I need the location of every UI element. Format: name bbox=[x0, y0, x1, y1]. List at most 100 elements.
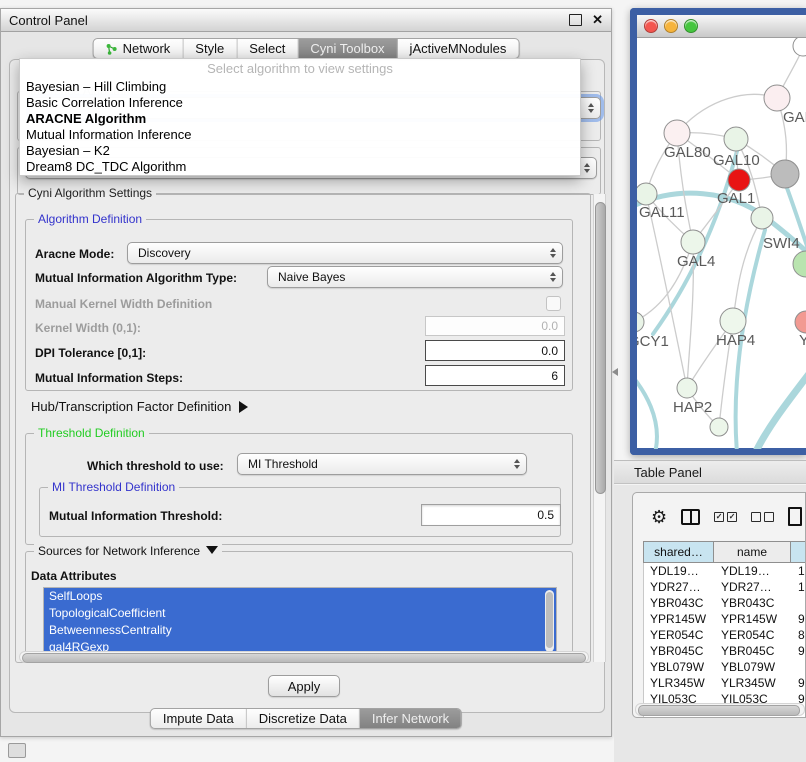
dropdown-option[interactable]: Basic Correlation Inference bbox=[20, 95, 580, 111]
attribute-item[interactable]: TopologicalCoefficient bbox=[44, 605, 556, 622]
network-node[interactable] bbox=[724, 127, 748, 151]
table-row[interactable]: YBR045C YBR045C 9. bbox=[644, 643, 806, 659]
mi-type-combo[interactable]: Naive Bayes bbox=[267, 266, 563, 288]
tab-select[interactable]: Select bbox=[237, 39, 298, 58]
network-node[interactable] bbox=[751, 207, 773, 229]
network-node[interactable] bbox=[764, 85, 790, 111]
scrollbar-thumb[interactable] bbox=[595, 202, 606, 494]
tab-label: jActiveMNodules bbox=[410, 38, 507, 59]
columns-icon[interactable] bbox=[681, 509, 700, 525]
close-light-icon[interactable] bbox=[644, 19, 658, 33]
hub-factor-label: Hub/Transcription Factor Definition bbox=[31, 399, 231, 414]
control-panel-window: Control Panel ✕ Network Style Select Cyn… bbox=[0, 8, 612, 737]
control-panel-title: Control Panel bbox=[9, 13, 569, 28]
unchecked-boxes-icon[interactable] bbox=[751, 512, 774, 522]
table-body: YDL19… YDL19… 13 YDR27… YDR27… 12 YBR043… bbox=[643, 563, 806, 718]
cell-value: 8. bbox=[792, 627, 806, 643]
table-row[interactable]: YBR043C YBR043C bbox=[644, 595, 806, 611]
combo-arrows-icon bbox=[514, 459, 526, 469]
mi-threshold-field[interactable]: 0.5 bbox=[421, 504, 561, 526]
dropdown-option[interactable]: Bayesian – Hill Climbing bbox=[20, 79, 580, 95]
sources-title[interactable]: Sources for Network Inference bbox=[34, 544, 222, 558]
network-node[interactable] bbox=[637, 312, 644, 332]
table-row[interactable]: YLR345W YLR345W 9. bbox=[644, 675, 806, 691]
table-row[interactable]: YDR27… YDR27… 12 bbox=[644, 579, 806, 595]
network-canvas[interactable]: GALGAL80GAL10GAL1GAL11SWI4GAL4GCY1HAP4YH… bbox=[637, 38, 806, 449]
table-panel-header[interactable]: Table Panel bbox=[614, 460, 806, 484]
network-edge bbox=[753, 366, 806, 449]
float-icon[interactable] bbox=[569, 14, 582, 26]
network-node[interactable] bbox=[637, 183, 657, 205]
cell-name: YBR043C bbox=[715, 595, 792, 611]
table-row[interactable]: YDL19… YDL19… 13 bbox=[644, 563, 806, 579]
tab-discretize-data[interactable]: Discretize Data bbox=[247, 709, 360, 728]
network-node[interactable] bbox=[720, 308, 746, 334]
checked-boxes-icon[interactable]: ✓✓ bbox=[714, 512, 737, 522]
splitpane-grip-icon[interactable] bbox=[612, 368, 618, 376]
tab-label: Infer Network bbox=[372, 708, 449, 729]
cell-name: YDR27… bbox=[715, 579, 792, 595]
tab-network[interactable]: Network bbox=[94, 39, 184, 58]
field-value: 0.5 bbox=[537, 508, 554, 522]
attribute-item[interactable]: SelfLoops bbox=[44, 588, 556, 605]
data-attributes-list[interactable]: SelfLoopsTopologicalCoefficientBetweenne… bbox=[43, 587, 557, 657]
settings-horizontal-scrollbar[interactable] bbox=[19, 651, 589, 663]
tab-impute-data[interactable]: Impute Data bbox=[151, 709, 247, 728]
control-panel-titlebar[interactable]: Control Panel ✕ bbox=[1, 9, 611, 32]
cell-shared-name: YPR145W bbox=[644, 611, 715, 627]
manual-kernel-checkbox[interactable] bbox=[546, 296, 561, 311]
hub-factor-expander[interactable]: Hub/Transcription Factor Definition bbox=[31, 399, 248, 414]
network-node[interactable] bbox=[771, 160, 799, 188]
cell-value: 9. bbox=[792, 643, 806, 659]
scrollbar-thumb[interactable] bbox=[22, 653, 586, 663]
network-node[interactable] bbox=[795, 311, 806, 333]
network-node[interactable] bbox=[728, 169, 750, 191]
mi-steps-field[interactable]: 6 bbox=[425, 365, 565, 386]
column-header[interactable]: name bbox=[714, 541, 791, 563]
combo-arrows-icon bbox=[550, 272, 562, 282]
scrollbar-thumb[interactable] bbox=[638, 705, 800, 716]
document-icon[interactable] bbox=[788, 507, 802, 526]
aracne-mode-combo[interactable]: Discovery bbox=[127, 242, 563, 264]
network-node[interactable] bbox=[793, 251, 806, 277]
minimized-panel-icon[interactable] bbox=[8, 743, 26, 758]
tab-label: Style bbox=[195, 38, 224, 59]
settings-vertical-scrollbar[interactable] bbox=[593, 194, 606, 662]
network-node[interactable] bbox=[710, 418, 728, 436]
table-row[interactable]: YPR145W YPR145W 9. bbox=[644, 611, 806, 627]
which-threshold-combo[interactable]: MI Threshold bbox=[237, 453, 527, 475]
column-header[interactable]: shared… bbox=[643, 541, 714, 563]
network-node[interactable] bbox=[793, 38, 806, 56]
node-label: GAL4 bbox=[677, 253, 715, 270]
minimize-light-icon[interactable] bbox=[664, 19, 678, 33]
apply-button[interactable]: Apply bbox=[268, 675, 340, 697]
dropdown-option[interactable]: ARACNE Algorithm bbox=[20, 111, 580, 127]
network-node[interactable] bbox=[664, 120, 690, 146]
tab-jactivemnodules[interactable]: jActiveMNodules bbox=[398, 39, 519, 58]
data-attributes-label: Data Attributes bbox=[31, 569, 117, 583]
attribute-item[interactable]: BetweennessCentrality bbox=[44, 622, 556, 639]
network-node[interactable] bbox=[677, 378, 697, 398]
table-row[interactable]: YER054C YER054C 8. bbox=[644, 627, 806, 643]
table-row[interactable]: YBL079W YBL079W bbox=[644, 659, 806, 675]
dropdown-option[interactable]: Mutual Information Inference bbox=[20, 127, 580, 143]
gear-icon[interactable]: ⚙ bbox=[651, 508, 667, 526]
list-scrollbar[interactable] bbox=[545, 590, 554, 652]
tab-cyni-toolbox[interactable]: Cyni Toolbox bbox=[298, 39, 397, 58]
dropdown-option[interactable]: Bayesian – K2 bbox=[20, 143, 580, 159]
network-node[interactable] bbox=[681, 230, 705, 254]
close-icon[interactable]: ✕ bbox=[592, 15, 603, 25]
dpi-tolerance-field[interactable]: 0.0 bbox=[425, 340, 565, 361]
scrollbar-thumb[interactable] bbox=[546, 592, 553, 648]
network-window-titlebar[interactable] bbox=[637, 15, 806, 38]
tab-infer-network[interactable]: Infer Network bbox=[360, 709, 461, 728]
table-horizontal-scrollbar[interactable] bbox=[635, 703, 805, 716]
cell-name: YDL19… bbox=[715, 563, 792, 579]
node-table: shared…nameA YDL19… YDL19… 13 YDR27… YDR… bbox=[643, 541, 806, 718]
zoom-light-icon[interactable] bbox=[684, 19, 698, 33]
kernel-width-field[interactable]: 0.0 bbox=[425, 316, 565, 336]
column-header[interactable]: A bbox=[791, 541, 806, 563]
tab-style[interactable]: Style bbox=[183, 39, 237, 58]
dropdown-option[interactable]: Dream8 DC_TDC Algorithm bbox=[20, 159, 580, 175]
dropdown-placeholder: Select algorithm to view settings bbox=[20, 59, 580, 79]
